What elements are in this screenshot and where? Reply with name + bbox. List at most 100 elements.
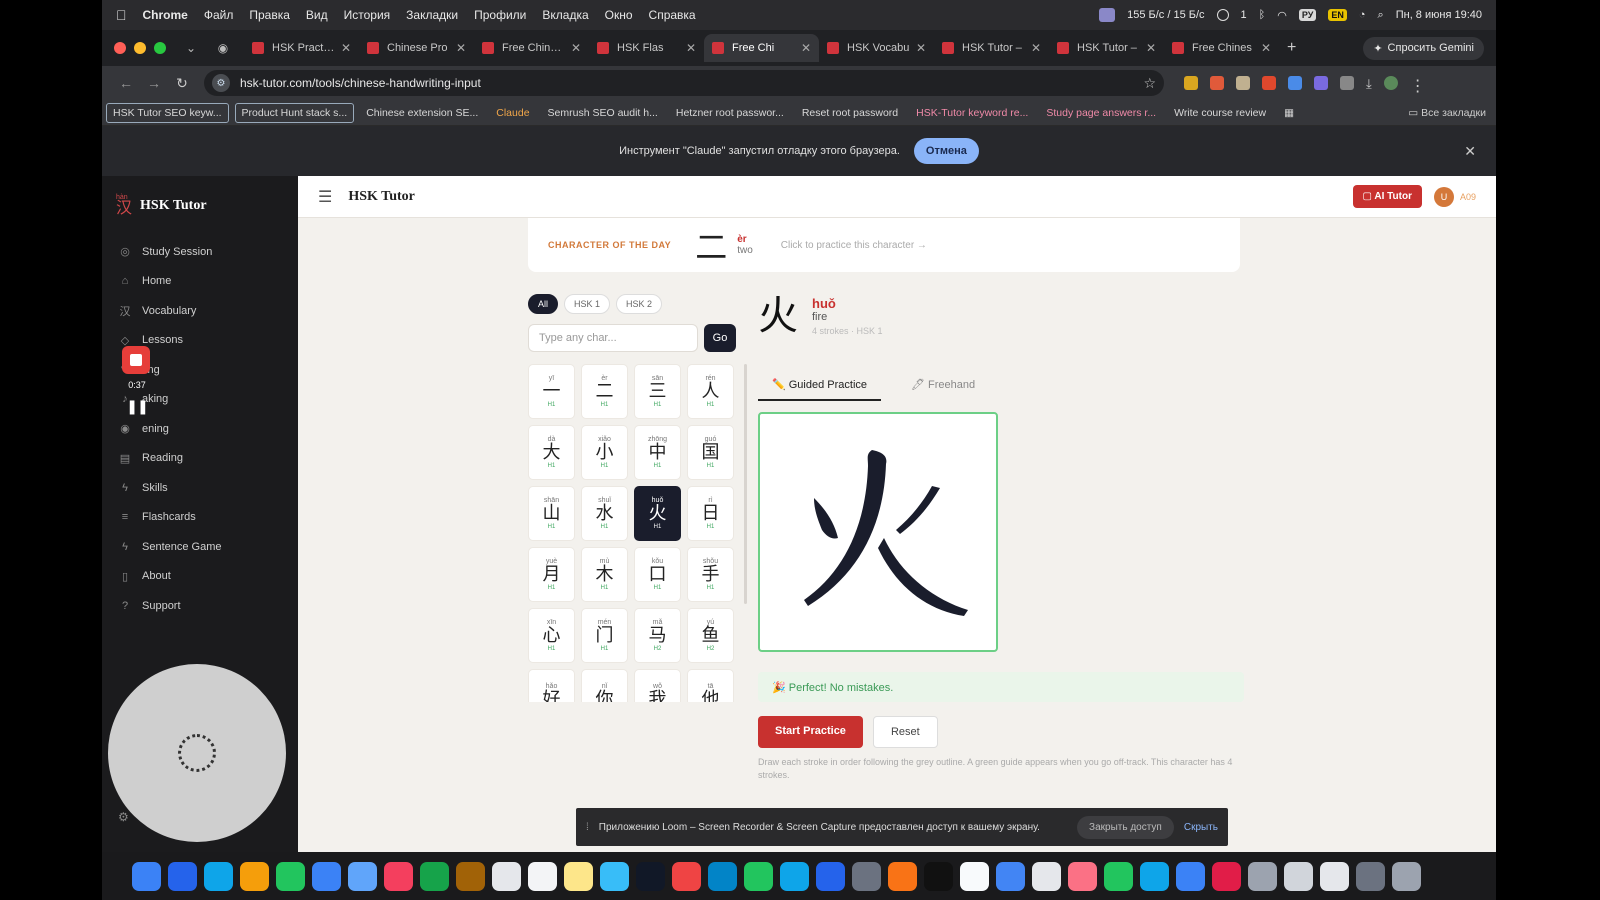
brand[interactable]: hàn 汉 HSK Tutor: [102, 176, 298, 237]
maximize-window-icon[interactable]: [154, 42, 166, 54]
bookmark-item[interactable]: Reset root password: [796, 104, 904, 122]
dock-app-icon[interactable]: [996, 861, 1025, 891]
spotlight-icon[interactable]: ⌕: [1378, 9, 1384, 22]
dock-app-icon[interactable]: [1140, 861, 1169, 891]
sidebar-item-vocabulary[interactable]: 汉 Vocabulary: [102, 296, 298, 326]
go-button[interactable]: Go: [704, 324, 736, 352]
character-cell[interactable]: xiǎo 小 H1: [581, 425, 628, 480]
dock-app-icon[interactable]: [1356, 861, 1385, 891]
sidebar-item-home[interactable]: ⌂ Home: [102, 267, 298, 297]
character-cell[interactable]: nǐ 你: [581, 669, 628, 702]
dock-app-icon[interactable]: [492, 861, 521, 891]
menu-app-name[interactable]: Chrome: [143, 8, 188, 22]
character-cell[interactable]: rén 人 H1: [687, 364, 734, 419]
character-cell[interactable]: dà 大 H1: [528, 425, 575, 480]
dock-app-icon[interactable]: [168, 861, 197, 891]
bookmark-item[interactable]: Study page answers r...: [1040, 104, 1162, 122]
dock-app-icon[interactable]: [1320, 861, 1349, 891]
tab-close-icon[interactable]: ✕: [686, 41, 696, 55]
bookmark-item[interactable]: Write course review: [1168, 104, 1272, 122]
revoke-access-button[interactable]: Закрыть доступ: [1077, 815, 1174, 839]
character-cell[interactable]: rì 日 H1: [687, 486, 734, 541]
dock-app-icon[interactable]: [348, 861, 377, 891]
character-cell[interactable]: guó 国 H1: [687, 425, 734, 480]
site-info-icon[interactable]: ⚙: [212, 74, 230, 92]
extension-icon[interactable]: [1184, 76, 1198, 90]
start-practice-button[interactable]: Start Practice: [758, 716, 863, 748]
menu-profiles[interactable]: Профили: [474, 8, 526, 22]
language-toggle[interactable]: A09: [1460, 192, 1476, 202]
chat-count[interactable]: 1: [1241, 9, 1247, 21]
dock-app-icon[interactable]: [564, 861, 593, 891]
dock-app-icon[interactable]: [240, 861, 269, 891]
wifi-icon[interactable]: ◔: [1359, 9, 1366, 21]
dock-app-icon[interactable]: [528, 861, 557, 891]
menu-file[interactable]: Файл: [204, 8, 234, 22]
close-window-icon[interactable]: [114, 42, 126, 54]
tab-guided-practice[interactable]: ✏️ Guided Practice: [758, 374, 882, 401]
cancel-debugging-button[interactable]: Отмена: [913, 138, 979, 164]
settings-gear-icon[interactable]: ⚙: [118, 810, 129, 824]
character-cell[interactable]: shān 山 H1: [528, 486, 575, 541]
extension-icon[interactable]: [1210, 76, 1224, 90]
character-cell[interactable]: yú 鱼 H2: [687, 608, 734, 663]
dock-app-icon[interactable]: [672, 861, 701, 891]
grid-scrollbar[interactable]: [744, 364, 747, 604]
sidebar-item-about[interactable]: ▯ About: [102, 562, 298, 592]
bookmark-item[interactable]: Hetzner root passwor...: [670, 104, 790, 122]
download-icon[interactable]: ⤓: [1366, 76, 1372, 91]
menu-edit[interactable]: Правка: [249, 8, 290, 22]
browser-tab[interactable]: HSK Flas ✕: [589, 34, 704, 62]
dock-app-icon[interactable]: [1176, 861, 1205, 891]
ask-gemini-button[interactable]: ✦ Спросить Gemini: [1363, 36, 1484, 60]
character-cell[interactable]: shǒu 手 H1: [687, 547, 734, 602]
dock-app-icon[interactable]: [1248, 861, 1277, 891]
tab-close-icon[interactable]: ✕: [456, 41, 466, 55]
filter-all[interactable]: All: [528, 294, 559, 314]
character-cell[interactable]: èr 二 H1: [581, 364, 628, 419]
drag-handle-icon[interactable]: ⁞: [586, 822, 589, 833]
battery-icon[interactable]: EN: [1328, 9, 1347, 21]
profile-avatar-icon[interactable]: [1383, 76, 1398, 90]
dock-app-icon[interactable]: [276, 861, 305, 891]
stop-recording-button[interactable]: [122, 346, 150, 374]
menu-window[interactable]: Окно: [605, 8, 633, 22]
browser-tab[interactable]: HSK Practice ✕: [244, 34, 359, 62]
reset-button[interactable]: Reset: [872, 716, 938, 748]
menu-bookmarks[interactable]: Закладки: [406, 8, 458, 22]
extension-icon[interactable]: [1288, 76, 1302, 90]
bookmark-item[interactable]: Semrush SEO audit h...: [542, 104, 664, 122]
character-cell[interactable]: mén 门 H1: [581, 608, 628, 663]
dock-app-icon[interactable]: [744, 861, 773, 891]
menu-view[interactable]: Вид: [306, 8, 328, 22]
reload-icon[interactable]: ↻: [168, 75, 196, 92]
dock-app-icon[interactable]: [708, 861, 737, 891]
tab-close-icon[interactable]: ✕: [1031, 41, 1041, 55]
hamburger-menu-icon[interactable]: ☰: [318, 187, 332, 207]
character-cell[interactable]: yuè 月 H1: [528, 547, 575, 602]
bookmark-item[interactable]: Product Hunt stack s...: [234, 102, 355, 123]
menu-help[interactable]: Справка: [649, 8, 696, 22]
tab-close-icon[interactable]: ✕: [801, 41, 811, 55]
address-bar[interactable]: ⚙ hsk-tutor.com/tools/chinese-handwritin…: [204, 70, 1164, 96]
dock-app-icon[interactable]: [852, 861, 881, 891]
dock-app-icon[interactable]: [384, 861, 413, 891]
browser-tab[interactable]: Free Chines ✕: [1164, 34, 1279, 62]
character-search-input[interactable]: [528, 324, 698, 352]
ai-tutor-button[interactable]: ▢ AI Tutor: [1352, 185, 1422, 208]
character-cell[interactable]: shuǐ 水 H1: [581, 486, 628, 541]
dock-app-icon[interactable]: [1284, 861, 1313, 891]
dock-app-icon[interactable]: [132, 861, 161, 891]
bookmark-item[interactable]: Claude: [490, 104, 535, 122]
all-bookmarks-button[interactable]: ▭ Все закладки: [1402, 104, 1492, 122]
datetime[interactable]: Пн, 8 июня 19:40: [1396, 9, 1482, 21]
tab-close-icon[interactable]: ✕: [1146, 41, 1156, 55]
dock-app-icon[interactable]: [888, 861, 917, 891]
dock-app-icon[interactable]: [816, 861, 845, 891]
character-cell[interactable]: tā 他: [687, 669, 734, 702]
extension-icon[interactable]: [1314, 76, 1328, 90]
browser-tab[interactable]: HSK Vocabu ✕: [819, 34, 934, 62]
dock-app-icon[interactable]: [636, 861, 665, 891]
tab-freehand[interactable]: 🖊 Freehand: [897, 374, 989, 401]
pause-icon[interactable]: ❚❚: [122, 398, 152, 415]
